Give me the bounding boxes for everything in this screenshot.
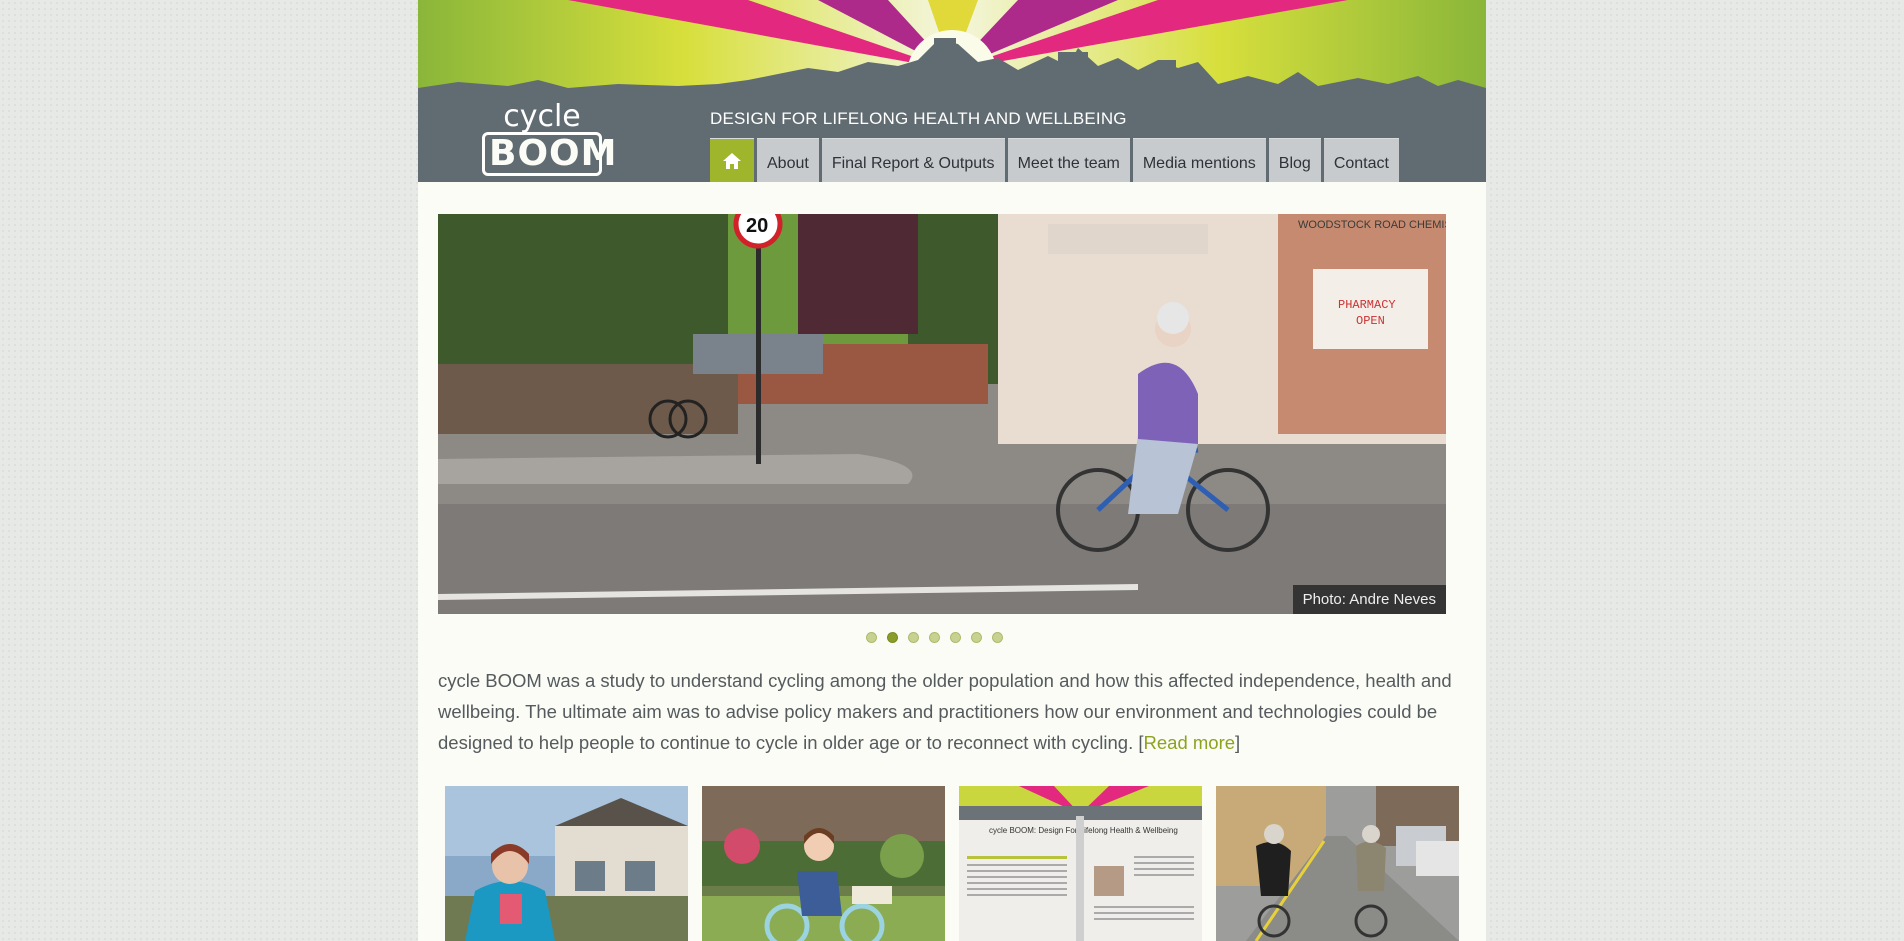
shop-notice-2: OPEN xyxy=(1356,314,1385,328)
two-cyclists-photo xyxy=(1216,786,1459,941)
slider-dot-active[interactable] xyxy=(887,632,898,643)
nav-blog[interactable]: Blog xyxy=(1268,138,1321,182)
hero-photo-cyclist: WOODSTOCK ROAD CHEMIST PHARMACY OPEN 20 xyxy=(438,214,1446,614)
nav-about[interactable]: About xyxy=(757,138,819,182)
thumbnail-child-on-bike[interactable] xyxy=(702,786,945,941)
thumbnail-report-brochure[interactable]: cycle BOOM: Design For Lifelong Health &… xyxy=(959,786,1202,941)
slider-dot[interactable] xyxy=(992,632,1003,643)
sunburst-skyline-banner xyxy=(418,0,1486,100)
nav-final-report[interactable]: Final Report & Outputs xyxy=(821,138,1005,182)
page: cycle BOOM DESIGN FOR LIFELONG HEALTH AN… xyxy=(418,0,1486,941)
read-more-link[interactable]: Read more xyxy=(1144,732,1236,753)
intro-paragraph: cycle BOOM was a study to understand cyc… xyxy=(438,665,1458,758)
nav-contact[interactable]: Contact xyxy=(1323,138,1399,182)
slider-dot[interactable] xyxy=(950,632,961,643)
child-on-bike-photo xyxy=(702,786,945,941)
site-header: cycle BOOM DESIGN FOR LIFELONG HEALTH AN… xyxy=(418,0,1486,182)
photo-caption: Photo: Andre Neves xyxy=(1292,585,1446,614)
report-brochure-photo: cycle BOOM: Design For Lifelong Health &… xyxy=(959,786,1202,941)
intro-text: cycle BOOM was a study to understand cyc… xyxy=(438,670,1452,753)
intro-end: ] xyxy=(1235,732,1241,753)
slider-pagination xyxy=(866,632,1003,643)
home-icon xyxy=(723,152,741,169)
thumbnail-woman-with-bike[interactable] xyxy=(445,786,688,941)
thumbnail-row: cycle BOOM: Design For Lifelong Health &… xyxy=(445,786,1459,941)
slider-dot[interactable] xyxy=(908,632,919,643)
thumbnail-two-cyclists[interactable] xyxy=(1216,786,1459,941)
nav-meet-the-team[interactable]: Meet the team xyxy=(1007,138,1130,182)
logo-word-cycle: cycle xyxy=(503,99,581,134)
speed-sign-number: 20 xyxy=(746,215,768,237)
slider-dot[interactable] xyxy=(971,632,982,643)
woman-with-bike-photo xyxy=(445,786,688,941)
shop-sign-text: WOODSTOCK ROAD CHEMIST xyxy=(1298,219,1446,231)
site-tagline: DESIGN FOR LIFELONG HEALTH AND WELLBEING xyxy=(710,109,1127,128)
shop-notice-1: PHARMACY xyxy=(1338,298,1396,312)
hero-slider[interactable]: WOODSTOCK ROAD CHEMIST PHARMACY OPEN 20 xyxy=(438,214,1446,614)
main-nav: About Final Report & Outputs Meet the te… xyxy=(710,138,1399,182)
site-logo[interactable]: cycle BOOM xyxy=(482,99,616,176)
slider-dot[interactable] xyxy=(929,632,940,643)
nav-home[interactable] xyxy=(710,138,754,182)
logo-word-boom: BOOM xyxy=(482,132,616,176)
nav-media-mentions[interactable]: Media mentions xyxy=(1132,138,1266,182)
slider-dot[interactable] xyxy=(866,632,877,643)
